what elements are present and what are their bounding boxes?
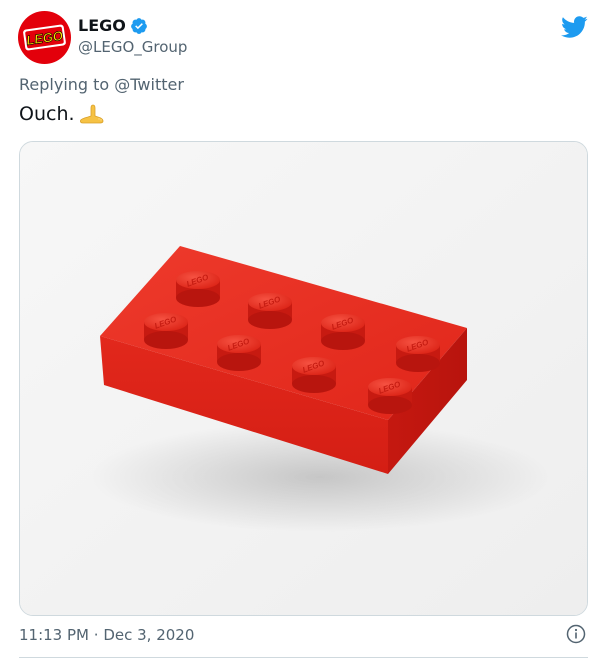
- info-icon[interactable]: [566, 624, 586, 644]
- replying-to-line: Replying to @Twitter: [19, 75, 184, 94]
- tweet-text: Ouch.: [19, 103, 75, 125]
- author-name-row[interactable]: LEGO: [78, 16, 148, 35]
- tweet-time[interactable]: 11:13 PM: [19, 626, 89, 644]
- tweet-text-row: Ouch.: [19, 103, 105, 125]
- foot-emoji-icon: [79, 104, 103, 124]
- replying-to-prefix: Replying to: [19, 75, 110, 94]
- author-handle[interactable]: @LEGO_Group: [78, 38, 187, 56]
- tweet-card: LEGO LEGO @LEGO_Group Replying to @Twitt…: [0, 0, 600, 662]
- avatar[interactable]: LEGO: [18, 11, 71, 64]
- author-display-name[interactable]: LEGO: [78, 16, 126, 35]
- verified-badge-icon: [130, 17, 147, 34]
- tweet-media-image[interactable]: LEGO LEGO LEGO LEGO LEGO LEGO LEGO LEGO: [19, 141, 588, 616]
- twitter-bird-icon[interactable]: [560, 13, 588, 41]
- timestamp-separator: ·: [93, 626, 99, 644]
- lego-brick-photo: LEGO LEGO LEGO LEGO LEGO LEGO LEGO LEGO: [20, 142, 587, 615]
- replying-to-mention[interactable]: @Twitter: [114, 75, 184, 94]
- tweet-timestamp[interactable]: 11:13 PM · Dec 3, 2020: [19, 626, 194, 644]
- bottom-divider: [19, 657, 588, 658]
- tweet-date[interactable]: Dec 3, 2020: [103, 626, 194, 644]
